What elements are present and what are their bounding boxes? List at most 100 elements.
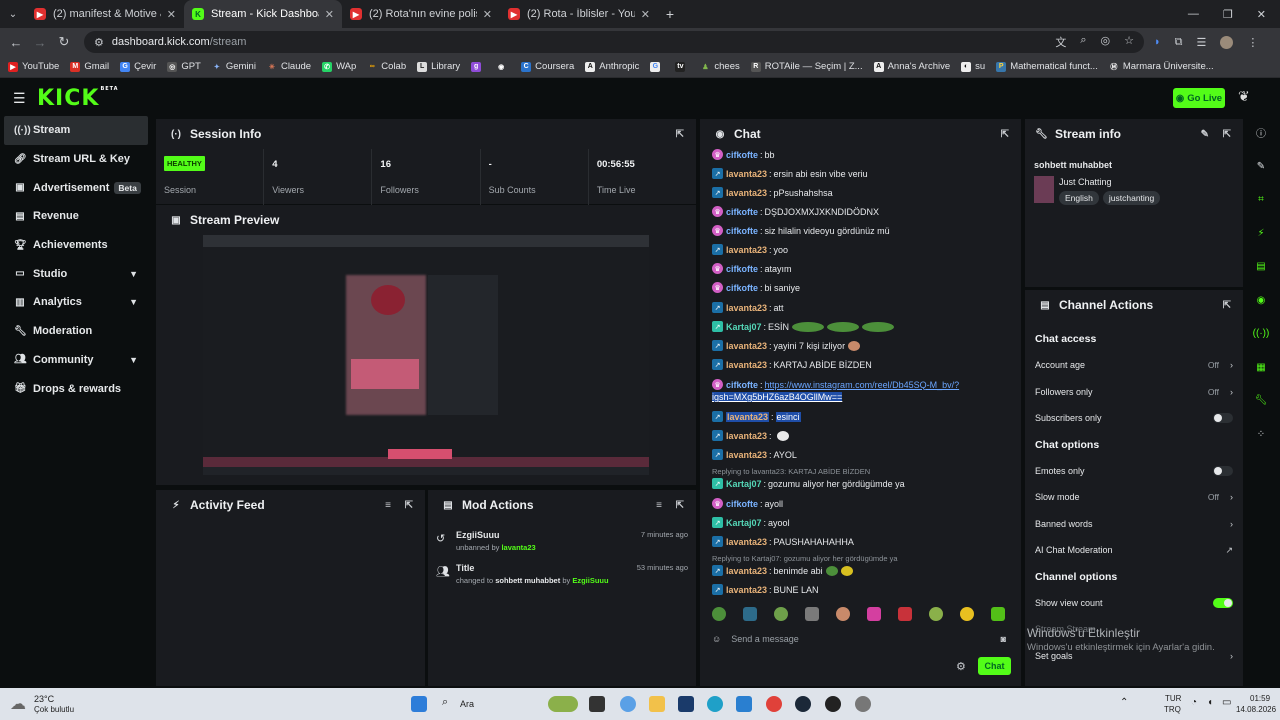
- bookmark-colab[interactable]: ∞ Colab: [367, 61, 406, 72]
- chat-message[interactable]: ♛ cifkofte: ayoll: [712, 498, 783, 509]
- filter-icon[interactable]: ≡: [385, 500, 391, 511]
- ai-chat-moderation-row[interactable]: AI Chat Moderation ↗: [1025, 537, 1243, 564]
- wrench-icon[interactable]: 🔧︎: [1247, 384, 1275, 418]
- chat-username[interactable]: lavanta23: [726, 303, 767, 313]
- chat-message-input[interactable]: ☺ Send a message ◙: [712, 630, 1008, 648]
- bookmark-icon-only[interactable]: tv: [675, 61, 689, 72]
- chat-message[interactable]: ♛ cifkofte: bi saniye: [712, 282, 800, 293]
- sidebar-item-advertisement[interactable]: ▣ Advertisement Beta: [0, 173, 152, 202]
- chat-message[interactable]: ↗ lavanta23: BUNE LAN: [712, 584, 819, 595]
- bookmark-icon-only[interactable]: ◉: [496, 62, 510, 72]
- subscribers-only-toggle[interactable]: [1213, 413, 1233, 424]
- list-icon[interactable]: ▦: [1247, 351, 1275, 385]
- close-tab-icon[interactable]: ✕: [483, 8, 492, 21]
- chat-username[interactable]: lavanta23: [726, 411, 770, 422]
- file-explorer-icon[interactable]: [649, 696, 665, 712]
- chat-message[interactable]: ↗ lavanta23: att: [712, 302, 784, 313]
- browser-tab-active[interactable]: K Stream - Kick Dashboard ✕: [184, 0, 342, 28]
- translate-icon[interactable]: 文: [1055, 34, 1066, 50]
- sidebar-item-stream-url-key[interactable]: 🔗︎ Stream URL & Key: [0, 145, 152, 174]
- weather-icon[interactable]: ☁: [10, 694, 26, 714]
- new-tab-icon[interactable]: +: [658, 6, 682, 22]
- lang-indicator[interactable]: TUR: [1165, 694, 1181, 703]
- popout-icon[interactable]: ⇱: [1001, 129, 1009, 140]
- chat-message[interactable]: ↗ lavanta23: AYOL: [712, 449, 797, 460]
- show-view-count-toggle[interactable]: [1213, 597, 1233, 608]
- sidebar-item-drops-rewards[interactable]: 🎁︎ Drops & rewards: [0, 374, 152, 403]
- chat-message[interactable]: ↗ lavanta23: yayini 7 kişi izliyor: [712, 340, 861, 351]
- weather-text[interactable]: Çok bulutlu: [34, 705, 74, 714]
- nodes-icon[interactable]: ⁘: [1247, 418, 1275, 452]
- chat-username[interactable]: lavanta23: [726, 585, 767, 595]
- bookmark-icon-only[interactable]: G: [650, 61, 664, 72]
- close-tab-icon[interactable]: ✕: [325, 8, 334, 21]
- chat-username[interactable]: Kartaj07: [726, 479, 762, 489]
- minimize-icon[interactable]: —: [1188, 8, 1199, 21]
- bookmark-mathematical[interactable]: P Mathematical funct...: [996, 61, 1098, 72]
- chat-message[interactable]: ♛ cifkofte: bb: [712, 149, 775, 160]
- bookmark-anthropic[interactable]: A Anthropic: [585, 61, 639, 72]
- sidebar-item-revenue[interactable]: ▤ Revenue: [0, 202, 152, 231]
- chat-message[interactable]: ↗ lavanta23:: [712, 430, 789, 441]
- browser-tab[interactable]: ▶ (2) Rota'nın evine polis baskını ✕: [342, 0, 500, 28]
- bolt-icon[interactable]: ⚡︎: [1247, 217, 1275, 251]
- chat-username[interactable]: cifkofte: [726, 380, 758, 390]
- windows-start-icon[interactable]: [411, 696, 427, 712]
- bookmark-chees[interactable]: ♟ chees: [700, 61, 740, 72]
- close-window-icon[interactable]: ✕: [1257, 8, 1266, 21]
- site-info-icon[interactable]: ⚙: [94, 36, 104, 49]
- battery-icon[interactable]: ▭: [1222, 697, 1231, 708]
- broadcast-icon[interactable]: ((·)): [1247, 317, 1275, 351]
- steam-icon[interactable]: [795, 696, 811, 712]
- extension-icon[interactable]: ◗: [1154, 36, 1161, 49]
- chat-message[interactable]: ↗ Kartaj07: gozumu aliyor her gördügümde …: [712, 478, 905, 489]
- chat-username[interactable]: lavanta23: [726, 245, 767, 255]
- filter-icon[interactable]: ≡: [656, 500, 662, 511]
- chat-username[interactable]: cifkofte: [726, 226, 758, 236]
- task-view-icon[interactable]: [589, 696, 605, 712]
- search-highlight-icon[interactable]: [548, 696, 578, 712]
- account-age-row[interactable]: Account age Off ›: [1025, 352, 1243, 379]
- chat-username[interactable]: lavanta23: [726, 431, 767, 441]
- emote-icon[interactable]: [836, 607, 850, 621]
- stop-icon[interactable]: ◙: [1001, 634, 1006, 644]
- followers-only-row[interactable]: Followers only Off ›: [1025, 379, 1243, 406]
- chat-username[interactable]: lavanta23: [726, 341, 767, 351]
- chat-username[interactable]: cifkofte: [726, 499, 758, 509]
- chat-message[interactable]: ↗ lavanta23: ersin abi esin vibe veriu: [712, 168, 868, 179]
- chat-message[interactable]: ↗ lavanta23: benimde abi: [712, 565, 853, 576]
- speaker-icon[interactable]: ◖: [1207, 697, 1213, 708]
- chat-username[interactable]: Kartaj07: [726, 322, 762, 332]
- banned-words-row[interactable]: Banned words ›: [1025, 511, 1243, 538]
- extensions-icon[interactable]: ⧉: [1175, 36, 1183, 49]
- chat-username[interactable]: lavanta23: [726, 169, 767, 179]
- edit-icon[interactable]: ✎: [1201, 129, 1209, 140]
- info-icon[interactable]: ⓘ: [1247, 116, 1275, 150]
- copilot-icon[interactable]: [620, 696, 636, 712]
- go-live-button[interactable]: ◉ Go Live: [1173, 88, 1225, 108]
- lang-indicator-sub[interactable]: TRQ: [1164, 705, 1181, 714]
- chat-username[interactable]: lavanta23: [726, 566, 767, 576]
- bookmark-icon-only[interactable]: g: [471, 61, 485, 72]
- chat-username[interactable]: cifkofte: [726, 264, 758, 274]
- sidebar-item-analytics[interactable]: ▥ Analytics ▼: [0, 288, 152, 317]
- chat-username[interactable]: Kartaj07: [726, 518, 762, 528]
- chevron-up-icon[interactable]: ⌃: [1120, 697, 1128, 708]
- zoom-icon[interactable]: ⌕: [1080, 34, 1086, 50]
- chat-text[interactable]: https://www.instagram.com/reel/Db45SQ-M_…: [765, 380, 960, 390]
- restore-icon[interactable]: ❐: [1223, 8, 1233, 21]
- chat-icon[interactable]: ◉: [1247, 284, 1275, 318]
- mod-action-by[interactable]: lavanta23: [501, 543, 535, 552]
- chat-username[interactable]: cifkofte: [726, 150, 758, 160]
- vscode-icon[interactable]: [736, 696, 752, 712]
- tab-search-icon[interactable]: ☰: [1197, 36, 1207, 49]
- browser-tab[interactable]: ▶ (2) Rota - İblisler - YouTube ✕: [500, 0, 658, 28]
- bookmark-annas-archive[interactable]: A Anna's Archive: [873, 61, 950, 72]
- chat-username[interactable]: lavanta23: [726, 450, 767, 460]
- chat-username[interactable]: cifkofte: [726, 207, 758, 217]
- popout-icon[interactable]: ⇱: [1223, 300, 1231, 311]
- bookmark-gemini[interactable]: ✦ Gemini: [212, 61, 256, 72]
- github-desktop-icon[interactable]: [825, 696, 841, 712]
- close-tab-icon[interactable]: ✕: [641, 8, 650, 21]
- menu-icon[interactable]: ⋮: [1247, 36, 1258, 49]
